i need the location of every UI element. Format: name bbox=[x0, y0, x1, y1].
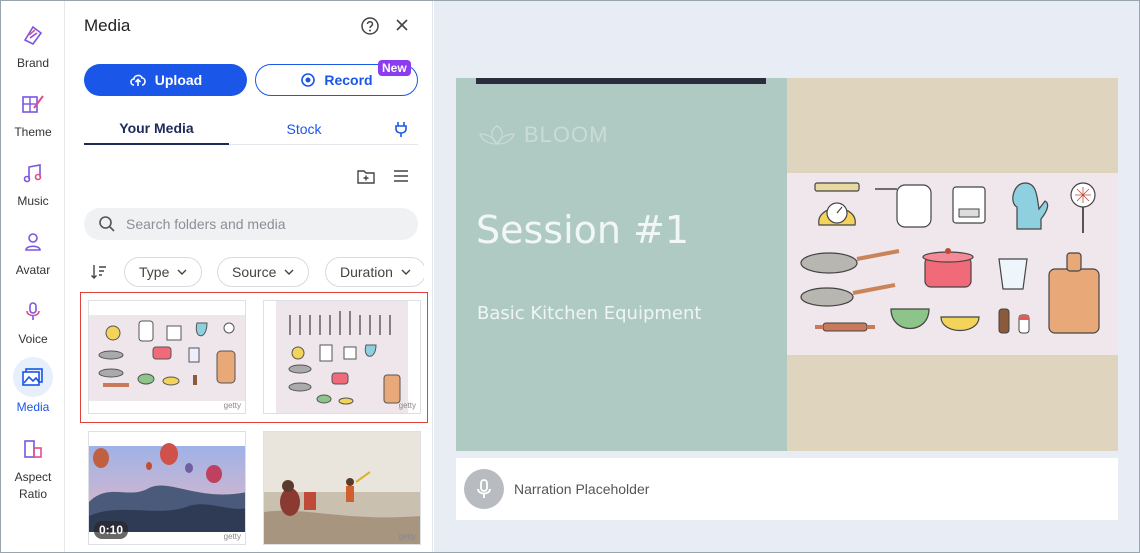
new-badge: New bbox=[378, 60, 411, 76]
slide-title: Session #1 bbox=[476, 208, 690, 252]
watermark-text: getty bbox=[398, 532, 416, 541]
slide-text-panel: BLOOM Session #1 Basic Kitchen Equipment bbox=[456, 78, 787, 451]
rail-item-label: Theme bbox=[14, 125, 52, 139]
sort-icon[interactable] bbox=[90, 263, 108, 286]
narration-mic-button[interactable] bbox=[464, 469, 504, 509]
watermark-text: getty bbox=[398, 401, 416, 410]
rail-item-label: Voice bbox=[18, 332, 48, 346]
kitchen-utensils-thumbnail bbox=[276, 301, 408, 413]
app-window: Brand Theme Music Avatar Voice Media Asp… bbox=[0, 0, 1140, 553]
media-item[interactable]: getty bbox=[263, 431, 421, 545]
microphone-icon bbox=[13, 291, 53, 331]
upload-button[interactable]: Upload bbox=[84, 64, 247, 96]
rail-item-aspect-ratio[interactable]: Aspect Ratio bbox=[1, 429, 65, 503]
close-icon[interactable] bbox=[393, 16, 411, 39]
chevron-down-icon bbox=[284, 269, 294, 275]
slide-accent-bar bbox=[476, 78, 766, 84]
filter-label: Duration bbox=[340, 264, 393, 280]
watermark-text: getty bbox=[223, 532, 241, 541]
filter-type[interactable]: Type bbox=[124, 257, 203, 287]
rail-item-label: Music bbox=[17, 194, 49, 208]
slide-subtitle: Basic Kitchen Equipment bbox=[477, 303, 702, 324]
slide-preview[interactable]: BLOOM Session #1 Basic Kitchen Equipment bbox=[456, 78, 1118, 451]
rail-item-media[interactable]: Media bbox=[1, 357, 65, 416]
upload-label: Upload bbox=[154, 72, 203, 88]
media-item[interactable]: getty bbox=[88, 300, 246, 414]
search-icon bbox=[99, 216, 115, 232]
family-beach-thumbnail bbox=[264, 432, 420, 544]
rail-item-label: Brand bbox=[16, 56, 50, 70]
filter-duration[interactable]: Duration bbox=[325, 257, 424, 287]
help-icon[interactable] bbox=[360, 16, 380, 41]
narration-bar[interactable]: Narration Placeholder bbox=[456, 458, 1118, 520]
duration-badge: 0:10 bbox=[94, 521, 129, 539]
list-view-icon[interactable] bbox=[392, 167, 410, 190]
brand-name: BLOOM bbox=[524, 122, 609, 147]
search-input[interactable] bbox=[126, 216, 396, 232]
media-panel: Media Upload Record New Your Media Stock bbox=[66, 1, 433, 552]
aspect-ratio-icon bbox=[13, 429, 53, 469]
chevron-down-icon bbox=[177, 269, 187, 275]
media-tabs: Your Media Stock bbox=[84, 113, 418, 145]
narration-placeholder: Narration Placeholder bbox=[514, 481, 650, 497]
search-bar bbox=[84, 208, 418, 240]
rail-item-brand[interactable]: Brand bbox=[1, 15, 65, 72]
kitchen-illustration-thumbnail bbox=[89, 315, 245, 401]
lotus-logo-icon bbox=[479, 125, 515, 145]
media-item[interactable]: getty bbox=[263, 300, 421, 414]
rail-item-avatar[interactable]: Avatar bbox=[1, 222, 65, 279]
avatar-person-icon bbox=[13, 222, 53, 262]
theme-brush-icon bbox=[13, 84, 53, 124]
new-folder-icon[interactable] bbox=[356, 167, 376, 190]
record-icon bbox=[301, 73, 316, 87]
canvas-stage: BLOOM Session #1 Basic Kitchen Equipment bbox=[434, 1, 1139, 552]
filter-source[interactable]: Source bbox=[217, 257, 310, 287]
chevron-down-icon bbox=[401, 269, 411, 275]
tab-your-media[interactable]: Your Media bbox=[84, 113, 229, 145]
tab-stock[interactable]: Stock bbox=[239, 113, 369, 144]
rail-item-voice[interactable]: Voice bbox=[1, 291, 65, 348]
rail-item-label: Aspect Ratio bbox=[14, 470, 52, 501]
filter-row: Type Source Duration bbox=[84, 256, 424, 288]
watermark-text: getty bbox=[223, 401, 241, 410]
cloud-upload-icon bbox=[129, 74, 146, 86]
media-item[interactable]: 0:10 getty bbox=[88, 431, 246, 545]
microphone-icon bbox=[477, 479, 491, 498]
left-rail: Brand Theme Music Avatar Voice Media Asp… bbox=[1, 1, 65, 552]
brand-logo: BLOOM bbox=[478, 122, 608, 148]
rail-item-label: Avatar bbox=[15, 263, 51, 277]
rail-item-theme[interactable]: Theme bbox=[1, 84, 65, 141]
rail-item-music[interactable]: Music bbox=[1, 153, 65, 210]
panel-title: Media bbox=[84, 16, 131, 35]
plug-icon bbox=[395, 121, 407, 137]
filter-label: Type bbox=[139, 264, 170, 280]
kitchen-equipment-illustration bbox=[787, 173, 1118, 355]
tab-plugins[interactable] bbox=[384, 113, 418, 144]
palette-icon bbox=[13, 15, 53, 55]
record-label: Record bbox=[324, 72, 373, 88]
music-note-icon bbox=[13, 153, 53, 193]
rail-item-label: Media bbox=[16, 400, 50, 414]
filter-label: Source bbox=[232, 264, 277, 280]
media-image-icon bbox=[13, 357, 53, 397]
